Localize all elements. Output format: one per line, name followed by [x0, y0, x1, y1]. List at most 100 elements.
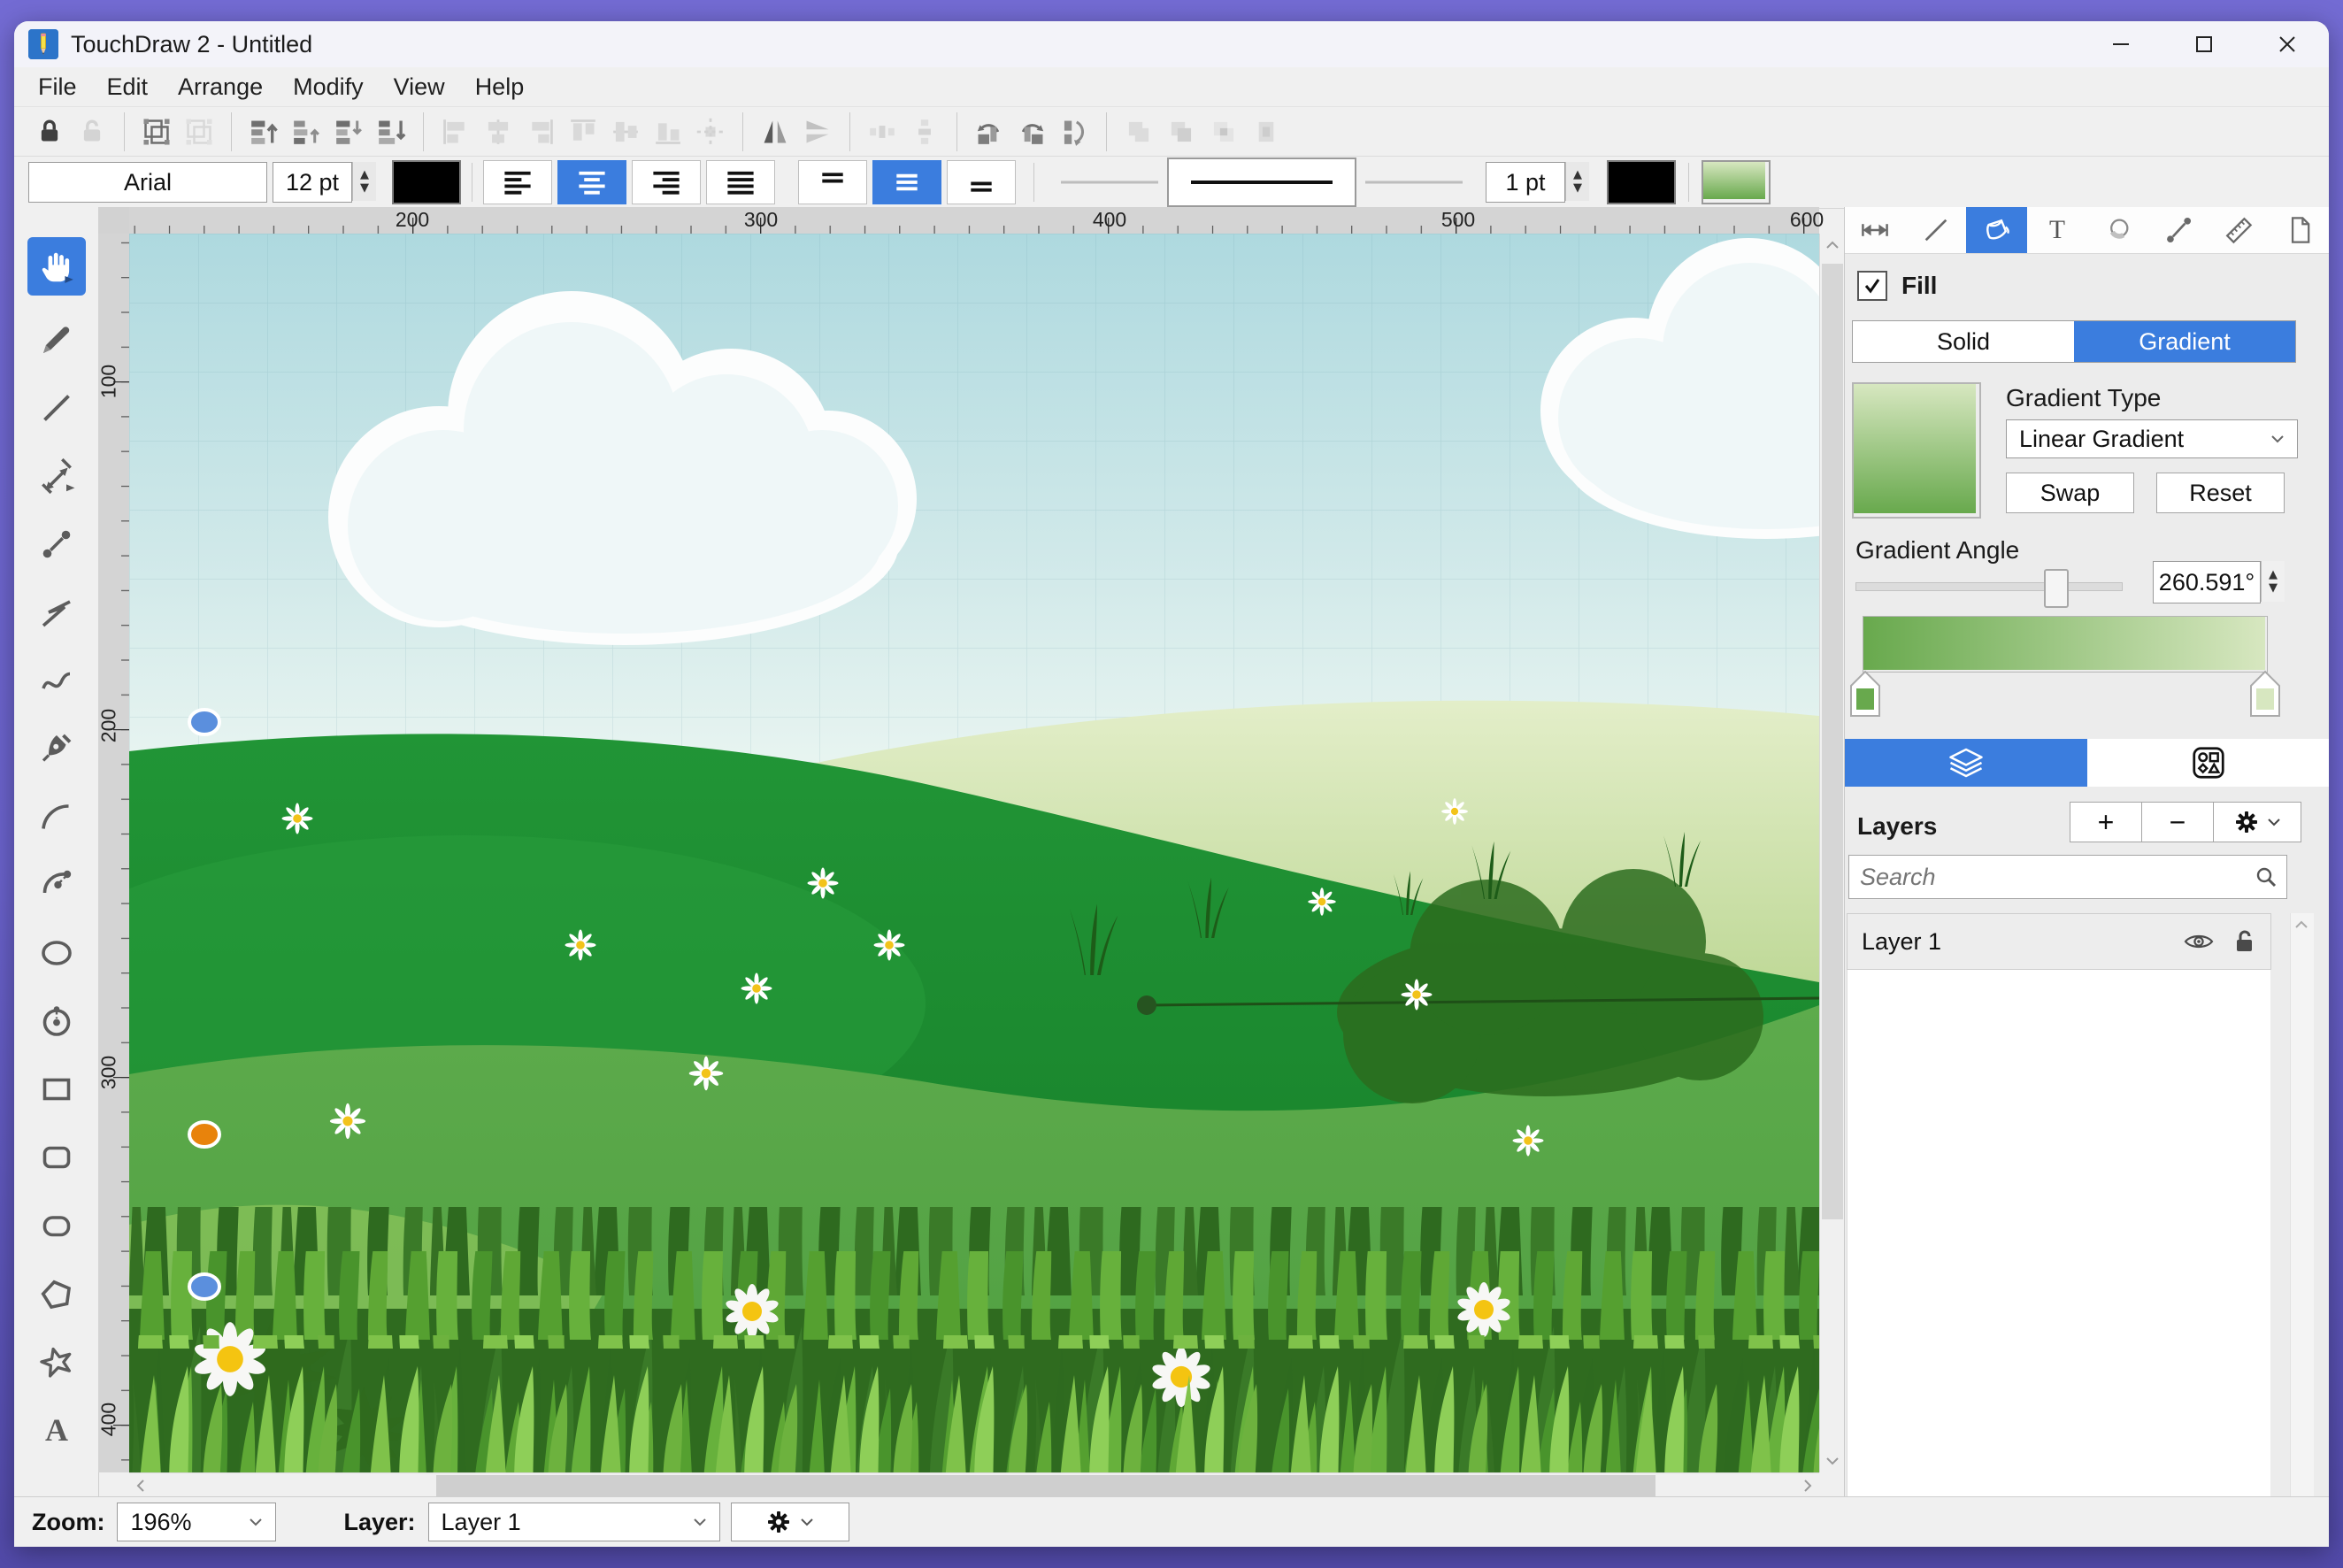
- menu-help[interactable]: Help: [460, 73, 540, 101]
- layer-settings-button[interactable]: [2214, 803, 2301, 842]
- gradient-stop-start[interactable]: [1850, 671, 1880, 717]
- fill-gradient-swatch[interactable]: [1702, 160, 1771, 204]
- scroll-right-icon[interactable]: [1803, 1480, 1812, 1492]
- tool-pencil[interactable]: [27, 305, 86, 373]
- stroke-color-swatch[interactable]: [1607, 160, 1676, 204]
- text-align-center-button[interactable]: [557, 160, 626, 204]
- flip-horizontal-icon[interactable]: [754, 111, 796, 153]
- canvas-horizontal-scrollbar[interactable]: [129, 1472, 1819, 1498]
- scroll-up-icon[interactable]: [1826, 241, 1839, 250]
- tab-page[interactable]: [2270, 207, 2330, 253]
- text-valign-top-button[interactable]: [798, 160, 867, 204]
- zoom-select[interactable]: 196%: [117, 1503, 277, 1541]
- tab-shapes[interactable]: [2087, 739, 2329, 787]
- stroke-width-spinner[interactable]: 1 pt ▲ ▼: [1486, 162, 1589, 203]
- fill-checkbox[interactable]: [1857, 271, 1887, 301]
- visibility-eye-icon[interactable]: [2184, 931, 2214, 952]
- handle-blue-top[interactable]: [188, 708, 221, 736]
- tool-arc-center[interactable]: [27, 850, 86, 919]
- layer-select[interactable]: Layer 1: [427, 1503, 720, 1541]
- tool-select-hand[interactable]: [27, 237, 86, 296]
- menu-arrange[interactable]: Arrange: [163, 73, 278, 101]
- text-valign-bottom-button[interactable]: [947, 160, 1016, 204]
- tool-pen[interactable]: [27, 714, 86, 782]
- tool-curve[interactable]: [27, 646, 86, 714]
- send-to-back-icon[interactable]: [370, 111, 412, 153]
- scroll-down-icon[interactable]: [1826, 1457, 1839, 1465]
- send-backward-icon[interactable]: [327, 111, 370, 153]
- tool-line[interactable]: [27, 373, 86, 442]
- scroll-up-icon[interactable]: [2295, 920, 2308, 929]
- drawing-canvas[interactable]: [129, 234, 1819, 1472]
- tool-star[interactable]: [27, 1327, 86, 1395]
- rotate-right-icon[interactable]: [1010, 111, 1053, 153]
- fill-solid-button[interactable]: Solid: [1853, 321, 2074, 362]
- rotate-180-icon[interactable]: [1053, 111, 1095, 153]
- add-layer-button[interactable]: +: [2070, 803, 2142, 842]
- tool-squircle[interactable]: [27, 1191, 86, 1259]
- scroll-left-icon[interactable]: [136, 1480, 145, 1492]
- font-size-spin-arrows[interactable]: ▲ ▼: [352, 162, 376, 201]
- stroke-width-spin-arrows[interactable]: ▲ ▼: [1565, 162, 1589, 201]
- reset-button[interactable]: Reset: [2156, 473, 2285, 513]
- stroke-style-thin-left[interactable]: [1052, 161, 1167, 204]
- text-align-justify-button[interactable]: [706, 160, 775, 204]
- handle-orange[interactable]: [188, 1120, 221, 1149]
- tab-metrics[interactable]: [1845, 207, 1906, 253]
- tab-layers[interactable]: [1845, 739, 2087, 787]
- tab-text[interactable]: T: [2027, 207, 2088, 253]
- canvas-vertical-scrollbar[interactable]: [1819, 234, 1845, 1472]
- tool-polygon[interactable]: [27, 1259, 86, 1327]
- tab-ruler[interactable]: [2209, 207, 2270, 253]
- close-button[interactable]: [2246, 21, 2329, 67]
- layer-row[interactable]: Layer 1: [1847, 913, 2271, 970]
- menu-modify[interactable]: Modify: [278, 73, 379, 101]
- gradient-angle-slider-thumb[interactable]: [2044, 569, 2069, 608]
- tool-ellipse[interactable]: [27, 919, 86, 987]
- lock-icon[interactable]: [28, 111, 71, 153]
- text-align-right-button[interactable]: [632, 160, 701, 204]
- text-color-swatch[interactable]: [392, 160, 461, 204]
- gradient-stop-end[interactable]: [2250, 671, 2280, 717]
- menu-view[interactable]: View: [379, 73, 460, 101]
- gradient-type-select[interactable]: Linear Gradient: [2006, 419, 2298, 458]
- vertical-scroll-thumb[interactable]: [1822, 264, 1843, 1219]
- tool-arc[interactable]: [27, 782, 86, 850]
- tool-rectangle[interactable]: [27, 1055, 86, 1123]
- tab-shadow[interactable]: [2087, 207, 2148, 253]
- gradient-angle-spinner[interactable]: 260.591° ▲ ▼: [2153, 561, 2285, 603]
- layer-options-button[interactable]: [730, 1503, 849, 1541]
- bring-forward-icon[interactable]: [285, 111, 327, 153]
- layer-search-input[interactable]: [1849, 863, 2255, 891]
- gradient-preview-swatch[interactable]: [1852, 382, 1981, 519]
- tool-circle-center[interactable]: [27, 987, 86, 1055]
- gradient-bar[interactable]: [1863, 616, 2268, 673]
- stroke-style-solid-selected[interactable]: [1167, 158, 1356, 207]
- gradient-angle-slider-track[interactable]: [1855, 569, 2123, 608]
- text-align-left-button[interactable]: [483, 160, 552, 204]
- tool-text[interactable]: A: [27, 1395, 86, 1464]
- layer-list-scrollbar[interactable]: [2290, 913, 2314, 1497]
- tab-connection[interactable]: [2148, 207, 2209, 253]
- tool-polyline[interactable]: [27, 578, 86, 646]
- tool-dimension-line[interactable]: [27, 442, 86, 510]
- tool-rounded-rectangle[interactable]: [27, 1123, 86, 1191]
- minimize-button[interactable]: [2079, 21, 2162, 67]
- tab-stroke[interactable]: [1906, 207, 1967, 253]
- fill-gradient-button[interactable]: Gradient: [2074, 321, 2295, 362]
- maximize-button[interactable]: [2162, 21, 2246, 67]
- font-family-select[interactable]: Arial: [28, 162, 267, 203]
- swap-button[interactable]: Swap: [2006, 473, 2134, 513]
- stroke-style-thin-right[interactable]: [1356, 161, 1471, 204]
- tab-fill[interactable]: [1966, 207, 2027, 253]
- text-valign-middle-button[interactable]: [872, 160, 941, 204]
- handle-blue-bottom[interactable]: [188, 1272, 221, 1301]
- unlock-icon[interactable]: [2233, 929, 2256, 954]
- menu-edit[interactable]: Edit: [92, 73, 164, 101]
- group-icon[interactable]: [135, 111, 178, 153]
- tool-connector[interactable]: [27, 510, 86, 578]
- menu-file[interactable]: File: [23, 73, 92, 101]
- bring-to-front-icon[interactable]: [242, 111, 285, 153]
- font-size-spinner[interactable]: 12 pt ▲ ▼: [273, 162, 376, 203]
- horizontal-scroll-thumb[interactable]: [436, 1475, 1655, 1496]
